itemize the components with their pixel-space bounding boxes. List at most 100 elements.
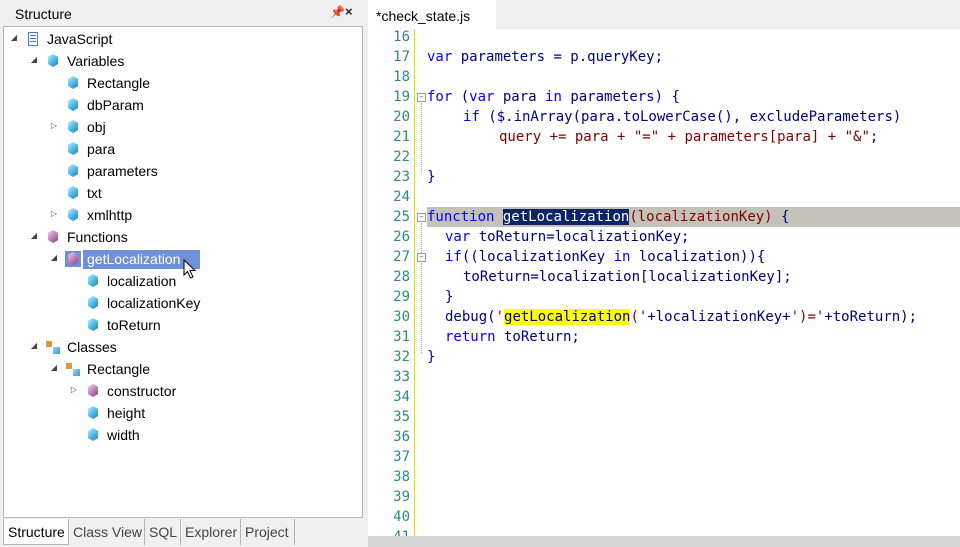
code-text: +localizationKey+ bbox=[647, 309, 791, 325]
line-number: 23 bbox=[393, 169, 410, 185]
fold-toggle-icon[interactable]: − bbox=[417, 213, 426, 222]
fold-toggle-icon[interactable]: − bbox=[417, 253, 426, 262]
keyword: for bbox=[427, 89, 453, 105]
expanded-triangle-icon[interactable]: ◢ bbox=[49, 363, 59, 373]
code-text-area[interactable]: 16 17 18 19 20 21 22 23 24 25 26 27 28 2… bbox=[368, 29, 960, 536]
string-literal: ')=' bbox=[790, 309, 825, 325]
file-tab-label: *check_state.js bbox=[376, 8, 471, 24]
class-icon bbox=[65, 361, 81, 377]
tree-item-dbparam[interactable]: dbParam bbox=[4, 95, 362, 115]
tree-item-constructor[interactable]: ▷ constructor bbox=[4, 381, 362, 401]
tree-item-txt[interactable]: txt bbox=[4, 183, 362, 203]
expanded-triangle-icon[interactable]: ◢ bbox=[29, 55, 39, 65]
variable-icon bbox=[85, 295, 101, 311]
tree-item-label: constructor bbox=[107, 383, 177, 399]
tree-item-label: toReturn bbox=[107, 317, 161, 333]
keyword: if bbox=[445, 249, 462, 265]
variable-icon bbox=[45, 53, 61, 69]
line-number: 35 bbox=[393, 409, 410, 425]
selected-word[interactable]: getLocalization bbox=[502, 209, 630, 225]
line-number: 22 bbox=[393, 149, 410, 165]
fold-guide bbox=[421, 263, 422, 353]
expanded-triangle-icon[interactable]: ◢ bbox=[49, 253, 59, 263]
code-text: ($.inArray(para.toLowerCase(), excludePa… bbox=[479, 109, 902, 125]
expanded-triangle-icon[interactable]: ◢ bbox=[29, 341, 39, 351]
expanded-triangle-icon[interactable]: ◢ bbox=[9, 33, 19, 43]
tab-structure[interactable]: Structure bbox=[3, 519, 69, 545]
variable-icon bbox=[65, 75, 81, 91]
keyword: var bbox=[427, 49, 453, 65]
tab-project[interactable]: Project bbox=[241, 519, 295, 545]
line-number: 25 bbox=[393, 209, 410, 225]
code-text: ( bbox=[452, 89, 470, 105]
variable-icon bbox=[65, 141, 81, 157]
code-line-31: return toReturn; bbox=[427, 327, 580, 347]
tree-item-javascript[interactable]: ◢ JavaScript bbox=[4, 29, 362, 49]
code-text: (localizationKey) bbox=[629, 209, 773, 225]
code-text: } bbox=[427, 349, 436, 365]
highlighted-word: getLocalization bbox=[504, 309, 631, 325]
code-line-20: if ($.inArray(para.toLowerCase(), exclud… bbox=[427, 107, 901, 127]
line-number: 27 bbox=[393, 249, 410, 265]
fold-guide bbox=[421, 103, 422, 173]
code-editor: *check_state.js 16 17 18 19 20 21 22 23 … bbox=[368, 0, 960, 547]
tab-sql[interactable]: SQL bbox=[145, 519, 181, 545]
tree-item-height[interactable]: height bbox=[4, 403, 362, 423]
tree-item-label: para bbox=[87, 141, 116, 157]
tree-item-variables[interactable]: ◢ Variables bbox=[4, 51, 362, 71]
tab-explorer[interactable]: Explorer bbox=[181, 519, 241, 545]
code-line-32: } bbox=[427, 347, 435, 367]
tree-item-rectangle[interactable]: Rectangle bbox=[4, 73, 362, 93]
code-text: toReturn=localizationKey; bbox=[470, 229, 690, 245]
line-number: 39 bbox=[393, 489, 410, 505]
tree-item-label: Variables bbox=[67, 53, 125, 69]
tree-item-toreturn[interactable]: toReturn bbox=[4, 315, 362, 335]
code-text: + parameters[para] + bbox=[659, 129, 845, 145]
code-line-17: var parameters = p.queryKey; bbox=[427, 47, 663, 67]
close-icon[interactable]: × bbox=[345, 4, 353, 19]
collapsed-triangle-icon[interactable]: ▷ bbox=[69, 385, 79, 395]
horizontal-scrollbar[interactable] bbox=[368, 536, 960, 547]
code-line-26: var toReturn=localizationKey; bbox=[427, 227, 689, 247]
tree-item-para[interactable]: para bbox=[4, 139, 362, 159]
code-text: parameters) { bbox=[561, 89, 680, 105]
tree-item-obj[interactable]: ▷ obj bbox=[4, 117, 362, 137]
line-number: 33 bbox=[393, 369, 410, 385]
line-number: 36 bbox=[393, 429, 410, 445]
string-literal: (' bbox=[630, 309, 648, 325]
tree-item-classes[interactable]: ◢ Classes bbox=[4, 337, 362, 357]
script-icon bbox=[25, 31, 41, 47]
tree-item-localizationkey[interactable]: localizationKey bbox=[4, 293, 362, 313]
tree-item-rectangle-class[interactable]: ◢ Rectangle bbox=[4, 359, 362, 379]
code-text: ; bbox=[869, 129, 879, 145]
code-text: localization)){ bbox=[630, 249, 766, 265]
class-icon bbox=[45, 339, 61, 355]
keyword: return bbox=[445, 329, 496, 345]
tab-class-view[interactable]: Class View bbox=[69, 519, 145, 545]
tree-item-functions[interactable]: ◢ Functions bbox=[4, 227, 362, 247]
keyword: in bbox=[545, 89, 562, 105]
expanded-triangle-icon[interactable]: ◢ bbox=[29, 231, 39, 241]
variable-icon bbox=[65, 185, 81, 201]
tree-item-label: Rectangle bbox=[87, 361, 151, 377]
collapsed-triangle-icon[interactable]: ▷ bbox=[49, 209, 59, 219]
variable-icon bbox=[85, 405, 101, 421]
function-icon bbox=[65, 251, 81, 267]
fold-toggle-icon[interactable]: − bbox=[417, 93, 426, 102]
code-text: } bbox=[445, 289, 454, 305]
variable-icon bbox=[65, 97, 81, 113]
tree-item-width[interactable]: width bbox=[4, 425, 362, 445]
variable-icon bbox=[85, 427, 101, 443]
code-line-27: if((localizationKey in localization)){ bbox=[427, 247, 765, 267]
panel-bottom-tabs: Structure Class View SQL Explorer Projec… bbox=[3, 519, 363, 545]
tree-item-xmlhttp[interactable]: ▷ xmlhttp bbox=[4, 205, 362, 225]
file-tab[interactable]: *check_state.js bbox=[368, 0, 496, 30]
string-literal: "=" bbox=[633, 129, 660, 145]
collapsed-triangle-icon[interactable]: ▷ bbox=[49, 121, 59, 131]
code-line-21: query += para + "=" + parameters[para] +… bbox=[427, 127, 878, 147]
pin-icon[interactable]: 📌 bbox=[330, 5, 345, 19]
code-text: query += para + bbox=[499, 129, 634, 145]
line-number: 26 bbox=[393, 229, 410, 245]
tree-item-parameters[interactable]: parameters bbox=[4, 161, 362, 181]
variable-icon bbox=[65, 163, 81, 179]
